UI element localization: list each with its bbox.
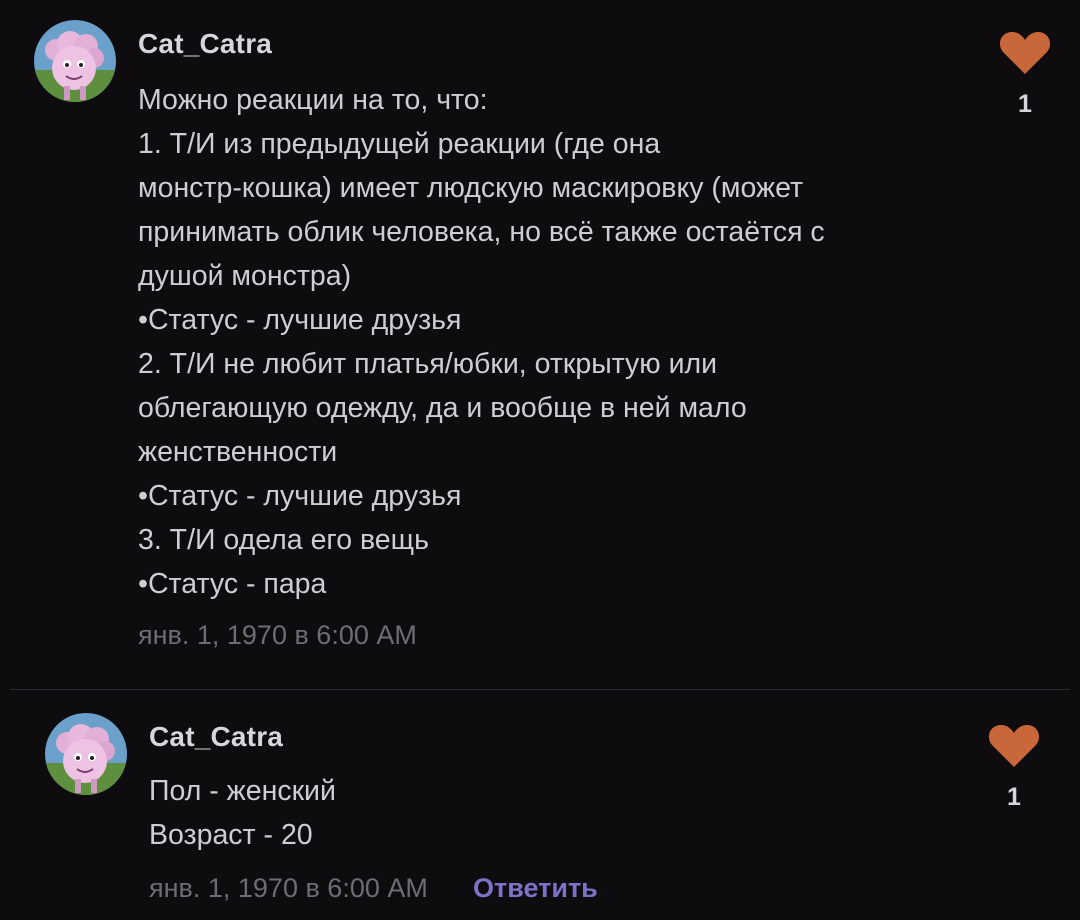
comment-line: женственности xyxy=(138,436,338,468)
comment-line: Можно реакции на то, что: xyxy=(138,84,488,116)
comment-line: •Статус - пара xyxy=(138,568,327,600)
comment-line: принимать облик человека, но всё также о… xyxy=(138,216,825,248)
comment-line: 2. Т/И не любит платья/юбки, открытую ил… xyxy=(138,348,718,380)
comment-body: Пол - женский Возраст - 20 xyxy=(149,769,336,857)
comment-line: 1. Т/И из предыдущей реакции (где она xyxy=(138,128,661,160)
pink-sheep-avatar-icon xyxy=(45,713,127,795)
comment-line: Возраст - 20 xyxy=(149,819,313,851)
like-count: 1 xyxy=(1018,90,1032,118)
like-button[interactable]: 1 xyxy=(997,30,1053,119)
avatar[interactable] xyxy=(45,713,127,795)
pink-sheep-avatar-icon xyxy=(34,20,116,102)
comment-line: 3. Т/И одела его вещь xyxy=(138,524,429,556)
comment-line: облегающую одежду, да и вообще в ней мал… xyxy=(138,392,747,424)
like-button[interactable]: 1 xyxy=(986,723,1042,812)
comment-line: душой монстра) xyxy=(138,260,352,292)
comment-line: •Статус - лучшие друзья xyxy=(138,480,462,512)
comment-line: Пол - женский xyxy=(149,775,336,807)
comment-username[interactable]: Cat_Catra xyxy=(149,721,283,753)
heart-icon xyxy=(999,31,1051,74)
reply-button[interactable]: Ответить xyxy=(473,873,598,904)
comment-username[interactable]: Cat_Catra xyxy=(138,28,272,60)
avatar[interactable] xyxy=(34,20,116,102)
comment-line: монстр-кошка) имеет людскую маскировку (… xyxy=(138,172,804,204)
comment-timestamp: янв. 1, 1970 в 6:00 AM xyxy=(149,873,428,903)
comment-body: Можно реакции на то, что: 1. Т/И из пред… xyxy=(138,78,825,606)
comment-timestamp: янв. 1, 1970 в 6:00 AM xyxy=(138,620,417,650)
heart-icon xyxy=(988,724,1040,767)
comment-divider xyxy=(10,689,1070,690)
comment-line: •Статус - лучшие друзья xyxy=(138,304,462,336)
like-count: 1 xyxy=(1007,783,1021,811)
